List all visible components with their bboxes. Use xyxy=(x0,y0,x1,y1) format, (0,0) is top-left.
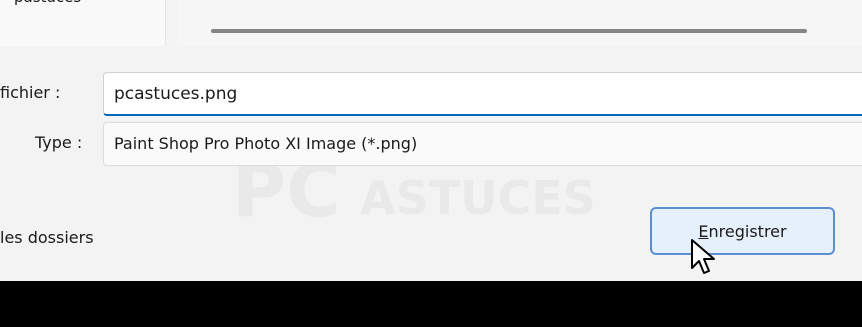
watermark-astuces: ASTUCES xyxy=(360,171,596,225)
save-button[interactable]: Enregistrer xyxy=(650,207,835,255)
horizontal-scrollbar[interactable] xyxy=(211,29,807,33)
filename-label: fichier : xyxy=(0,83,61,102)
navigation-pane: pastuces xyxy=(0,0,166,46)
filetype-selected-value: Paint Shop Pro Photo XI Image (*.png) xyxy=(114,134,418,153)
browse-folders-toggle[interactable]: les dossiers xyxy=(0,228,94,247)
filename-input[interactable] xyxy=(103,72,862,116)
save-button-mnemonic: E xyxy=(698,221,709,241)
save-button-label: nregistrer xyxy=(708,221,787,241)
filetype-label: Type : xyxy=(35,133,83,152)
save-dialog: pastuces PC ASTUCES fichier : Type : Pai… xyxy=(0,0,862,281)
taskbar-band xyxy=(0,281,862,327)
sidebar-item-label[interactable]: pastuces xyxy=(14,0,81,6)
file-list-area xyxy=(177,0,862,46)
filetype-select[interactable]: Paint Shop Pro Photo XI Image (*.png) xyxy=(103,122,862,166)
